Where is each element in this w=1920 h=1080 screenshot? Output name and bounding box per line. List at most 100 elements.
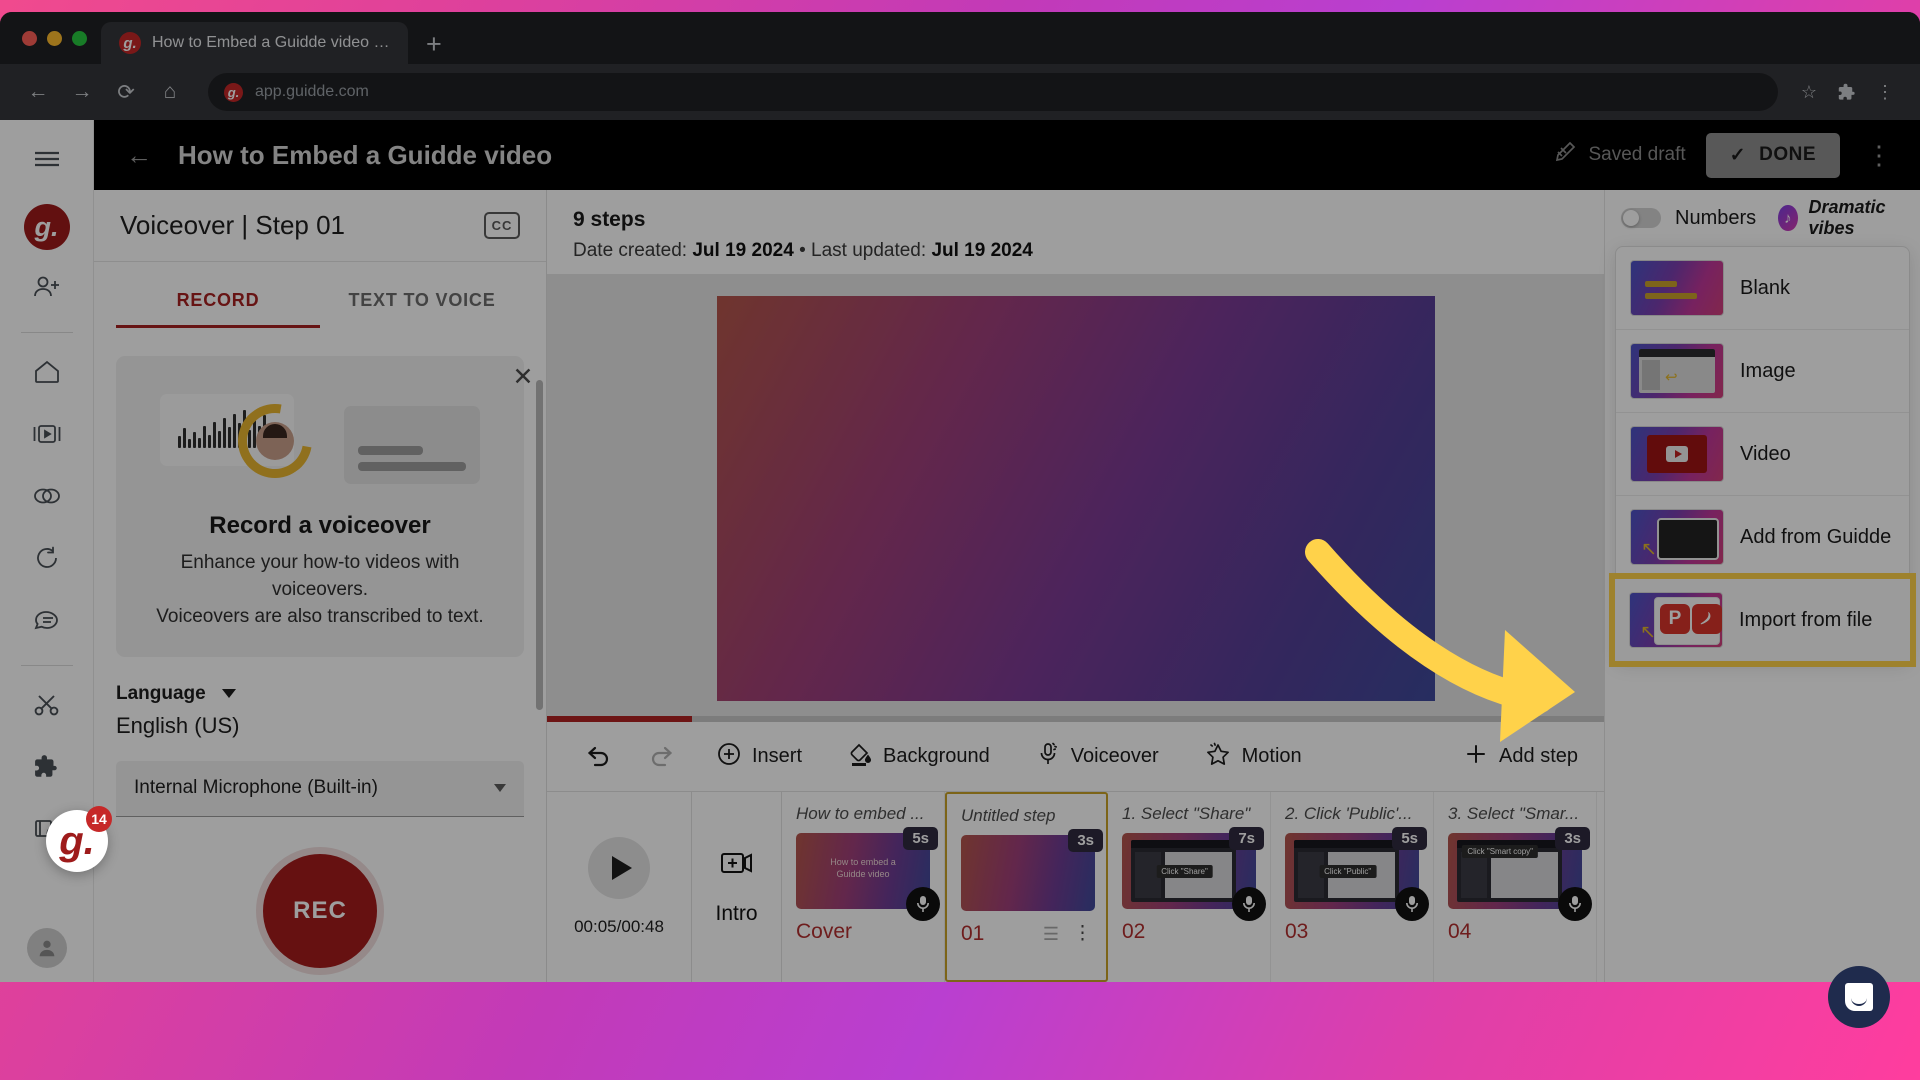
- insert-option-video[interactable]: Video: [1616, 413, 1909, 496]
- play-icon: [611, 856, 632, 880]
- step-duration: 5s: [903, 827, 938, 850]
- date-created-label: Date created:: [573, 240, 688, 261]
- undo-icon[interactable]: [573, 740, 623, 774]
- insert-option-blank[interactable]: Blank: [1616, 247, 1909, 330]
- voiceover-title: Voiceover | Step 01: [120, 210, 346, 240]
- home-icon[interactable]: [24, 349, 70, 395]
- step-duration: 5s: [1392, 827, 1427, 850]
- playback-progress-track[interactable]: [547, 716, 1604, 722]
- steps-dates: Date created: Jul 19 2024 • Last updated…: [573, 240, 1604, 262]
- back-icon[interactable]: ←: [18, 72, 58, 112]
- guidde-help-badge[interactable]: g. 14: [46, 806, 112, 872]
- tab-record[interactable]: RECORD: [116, 262, 320, 328]
- motion-button[interactable]: Motion: [1189, 735, 1318, 779]
- play-button[interactable]: [588, 837, 650, 899]
- topbar-menu-icon[interactable]: ⋮: [1860, 142, 1898, 168]
- done-button[interactable]: ✓ DONE: [1705, 132, 1840, 178]
- extensions-icon[interactable]: [1830, 75, 1864, 109]
- cover-thumb-text: How to embed a Guidde video: [830, 856, 896, 879]
- sidebar-footer: [0, 928, 93, 968]
- forward-icon[interactable]: →: [62, 72, 102, 112]
- step-duration: 7s: [1229, 827, 1264, 850]
- back-arrow-icon[interactable]: ←: [122, 140, 156, 171]
- timeline-item[interactable]: 3. Select "Smar... Click "Smart copy" 3s: [1434, 792, 1597, 982]
- voiceover-button[interactable]: Voiceover: [1020, 735, 1175, 779]
- bookmark-star-icon[interactable]: ☆: [1792, 75, 1826, 109]
- intro-slot[interactable]: Intro: [692, 792, 782, 982]
- video-template-thumbnail: [1630, 426, 1724, 482]
- drag-handle-icon[interactable]: ☰: [1043, 925, 1059, 943]
- language-value: English (US): [116, 712, 240, 738]
- person-avatar-icon: [256, 422, 294, 460]
- playback-progress-fill: [547, 716, 692, 722]
- image-template-thumbnail: ↩: [1630, 343, 1724, 399]
- guidde-logo[interactable]: g.: [23, 204, 70, 250]
- microphone-select[interactable]: Internal Microphone (Built-in): [116, 760, 524, 817]
- hamburger-icon[interactable]: [24, 136, 70, 182]
- new-tab-button[interactable]: +: [426, 31, 442, 58]
- close-icon[interactable]: ✕: [508, 362, 538, 392]
- blank-template-thumbnail: [1630, 260, 1724, 316]
- language-selector[interactable]: Language: [116, 683, 524, 705]
- numbers-toggle[interactable]: [1621, 208, 1661, 228]
- step-thumbnail: Click "Smart copy" 3s: [1448, 827, 1592, 921]
- close-window-button[interactable]: [22, 30, 37, 46]
- step-number: 01: [961, 922, 985, 945]
- insert-option-add-from-guidde[interactable]: ↖ Add from Guidde: [1616, 496, 1909, 579]
- steps-summary: 9 steps Date created: Jul 19 2024 • Last…: [547, 190, 1604, 274]
- music-track-chip[interactable]: ♪ Dramatic vibes: [1778, 197, 1904, 239]
- scissors-icon[interactable]: [24, 682, 70, 728]
- browser-tab[interactable]: g. How to Embed a Guidde video | G: [101, 22, 408, 64]
- sidebar-divider-2: [20, 665, 73, 666]
- transcript-icon[interactable]: [24, 597, 70, 643]
- play-icon: [1647, 435, 1707, 473]
- address-bar[interactable]: g. app.guidde.com: [208, 73, 1778, 111]
- cc-button[interactable]: CC: [484, 212, 520, 239]
- timeline-item[interactable]: How to embed ... How to embed a Guidde vi…: [782, 792, 945, 982]
- add-user-icon[interactable]: [24, 264, 70, 310]
- tab-text-to-voice[interactable]: TEXT TO VOICE: [320, 262, 524, 328]
- insert-button[interactable]: Insert: [701, 736, 818, 778]
- insert-template-panel: Numbers ♪ Dramatic vibes Blank ↩ Image V…: [1604, 190, 1920, 982]
- editor-body: Voiceover | Step 01 CC RECORD TEXT TO VO…: [94, 190, 1920, 982]
- refresh-circle-icon[interactable]: [24, 535, 70, 581]
- numbers-label: Numbers: [1675, 206, 1757, 229]
- intercom-chat-button[interactable]: [1828, 966, 1890, 1028]
- timeline-item[interactable]: Untitled step 3s 01 ☰ ⋮: [945, 792, 1108, 982]
- timeline-item[interactable]: 1. Select "Share" Click "Share" 7s 02: [1108, 792, 1271, 982]
- add-step-button[interactable]: Add step: [1465, 743, 1578, 771]
- voiceover-header: Voiceover | Step 01 CC: [94, 190, 546, 262]
- microphone-value: Internal Microphone (Built-in): [134, 777, 378, 799]
- motion-label: Motion: [1241, 745, 1302, 767]
- date-created-value: Jul 19 2024: [692, 240, 794, 261]
- step-name: How to embed ...: [796, 804, 925, 823]
- minimize-window-button[interactable]: [47, 30, 62, 46]
- maximize-window-button[interactable]: [72, 30, 87, 46]
- record-button[interactable]: REC: [256, 846, 384, 975]
- overlap-circles-icon[interactable]: [24, 473, 70, 519]
- panel-scrollbar[interactable]: [536, 380, 543, 710]
- curved-arrow-icon: ↖: [1641, 539, 1657, 560]
- last-updated-value: Jul 19 2024: [931, 240, 1033, 261]
- reload-icon[interactable]: ⟳: [106, 72, 146, 112]
- timeline-item[interactable]: 2. Click 'Public'... Click "Public" 5s 0…: [1271, 792, 1434, 982]
- check-icon: ✓: [1729, 144, 1747, 166]
- insert-option-image[interactable]: ↩ Image: [1616, 330, 1909, 413]
- avatar[interactable]: [26, 928, 67, 968]
- video-canvas[interactable]: [716, 295, 1435, 701]
- microphone-icon: [1036, 741, 1060, 773]
- video-library-icon[interactable]: [24, 411, 70, 457]
- puzzle-icon[interactable]: [24, 744, 70, 790]
- voiceover-badge-icon: [906, 887, 940, 921]
- redo-icon[interactable]: [637, 740, 687, 774]
- video-canvas-wrapper: [547, 274, 1604, 722]
- background-button[interactable]: Background: [832, 735, 1006, 779]
- browser-menu-icon[interactable]: ⋮: [1868, 75, 1902, 109]
- step-menu-icon[interactable]: ⋮: [1073, 924, 1092, 944]
- timeline-item[interactable]: 4. Select... Click here 3s: [1597, 792, 1604, 982]
- home-icon[interactable]: ⌂: [150, 72, 190, 112]
- record-card-heading: Record a voiceover: [209, 512, 431, 539]
- insert-option-import-from-file[interactable]: ↖ P Import from file: [1609, 573, 1916, 667]
- plus-circle-icon: [717, 742, 741, 772]
- add-step-label: Add step: [1499, 745, 1578, 767]
